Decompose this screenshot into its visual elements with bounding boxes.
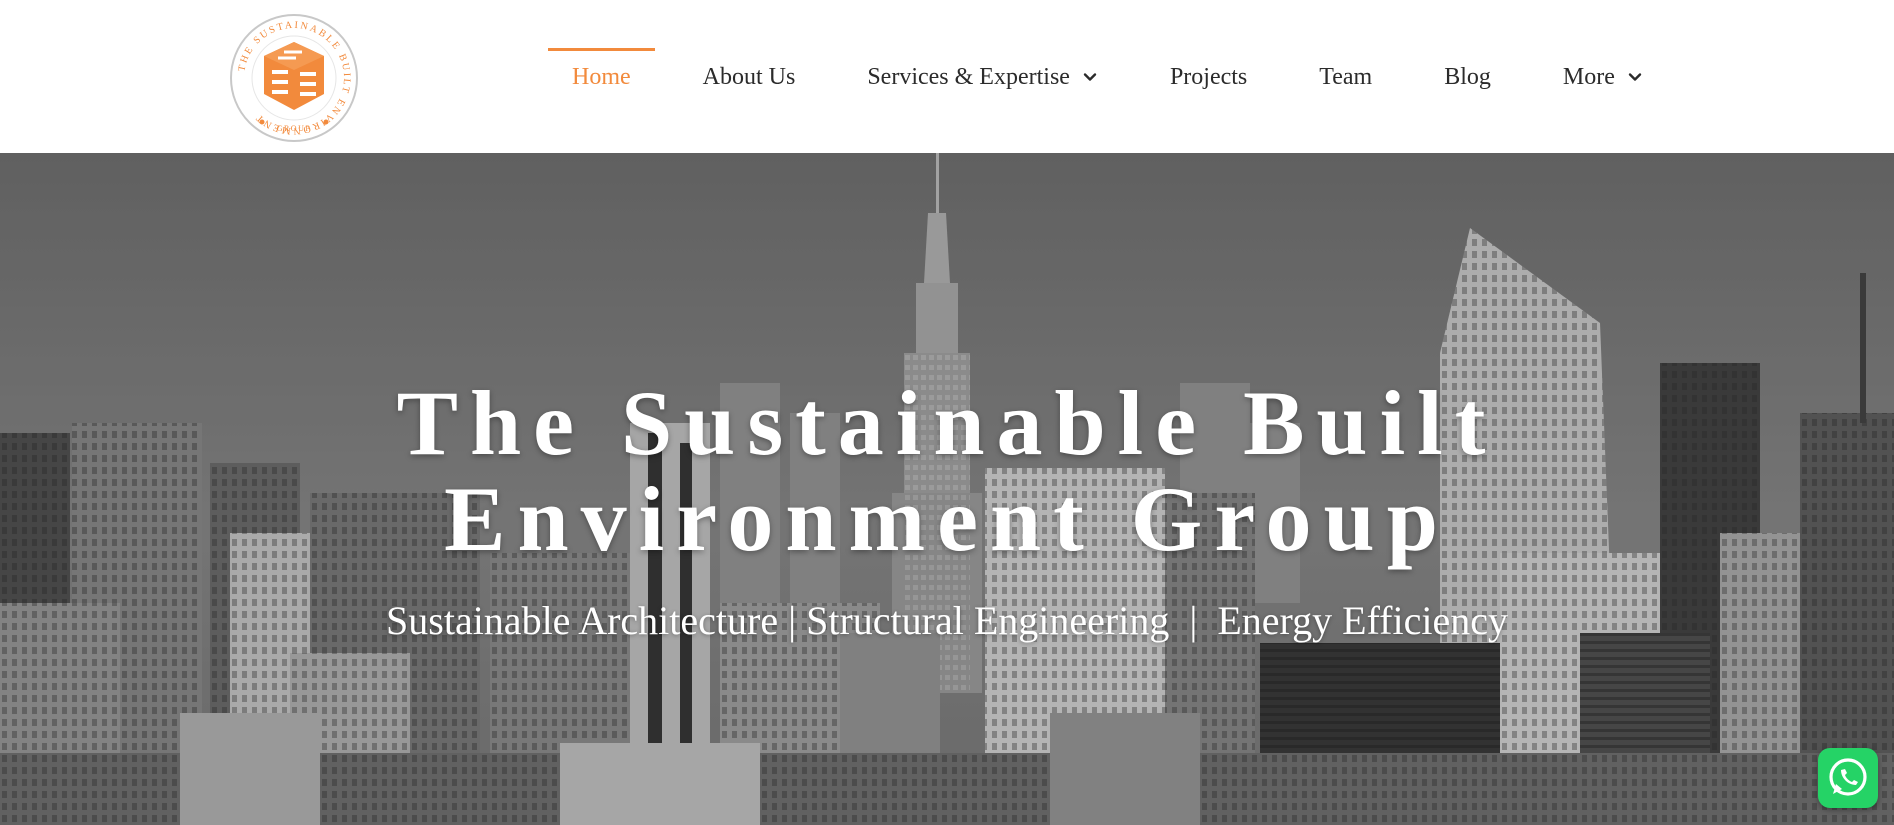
- nav-team-label: Team: [1319, 63, 1373, 90]
- nav-blog[interactable]: Blog: [1420, 48, 1515, 106]
- chevron-down-icon: [1082, 69, 1098, 85]
- nav-more[interactable]: More: [1539, 48, 1667, 106]
- nav-team[interactable]: Team: [1295, 48, 1396, 106]
- nav-projects-label: Projects: [1169, 63, 1248, 90]
- whatsapp-button[interactable]: [1818, 748, 1878, 808]
- site-header: THE SUSTAINABLE BUILT ENVIRONMENT GROUP …: [0, 0, 1894, 153]
- logo-emblem-icon: THE SUSTAINABLE BUILT ENVIRONMENT GROUP: [230, 14, 358, 142]
- nav-about-us-label: About Us: [702, 63, 796, 90]
- whatsapp-icon: [1829, 758, 1867, 796]
- main-nav: Home About Us Services & Expertise Proje…: [548, 48, 1691, 106]
- hero-subtitle: Sustainable Architecture | Structural En…: [386, 598, 1508, 643]
- page: THE SUSTAINABLE BUILT ENVIRONMENT GROUP …: [0, 0, 1894, 825]
- nav-blog-label: Blog: [1444, 63, 1491, 90]
- site-logo[interactable]: THE SUSTAINABLE BUILT ENVIRONMENT GROUP: [228, 12, 360, 144]
- nav-home[interactable]: Home: [548, 48, 655, 106]
- nav-home-label: Home: [572, 63, 631, 90]
- logo-group-text: GROUP: [277, 124, 312, 133]
- nav-projects[interactable]: Projects: [1146, 48, 1271, 106]
- nav-more-label: More: [1562, 63, 1615, 90]
- hero-title-line1: The Sustainable Built: [396, 372, 1498, 474]
- nav-about-us[interactable]: About Us: [679, 48, 820, 106]
- hero-section: The Sustainable Built Environment Group …: [0, 153, 1894, 825]
- nav-services-expertise[interactable]: Services & Expertise: [843, 48, 1122, 106]
- hero-title: The Sustainable Built Environment Group: [0, 375, 1894, 567]
- chevron-down-icon: [1627, 69, 1643, 85]
- nav-services-expertise-label: Services & Expertise: [867, 63, 1070, 90]
- hero-title-line2: Environment Group: [444, 468, 1450, 570]
